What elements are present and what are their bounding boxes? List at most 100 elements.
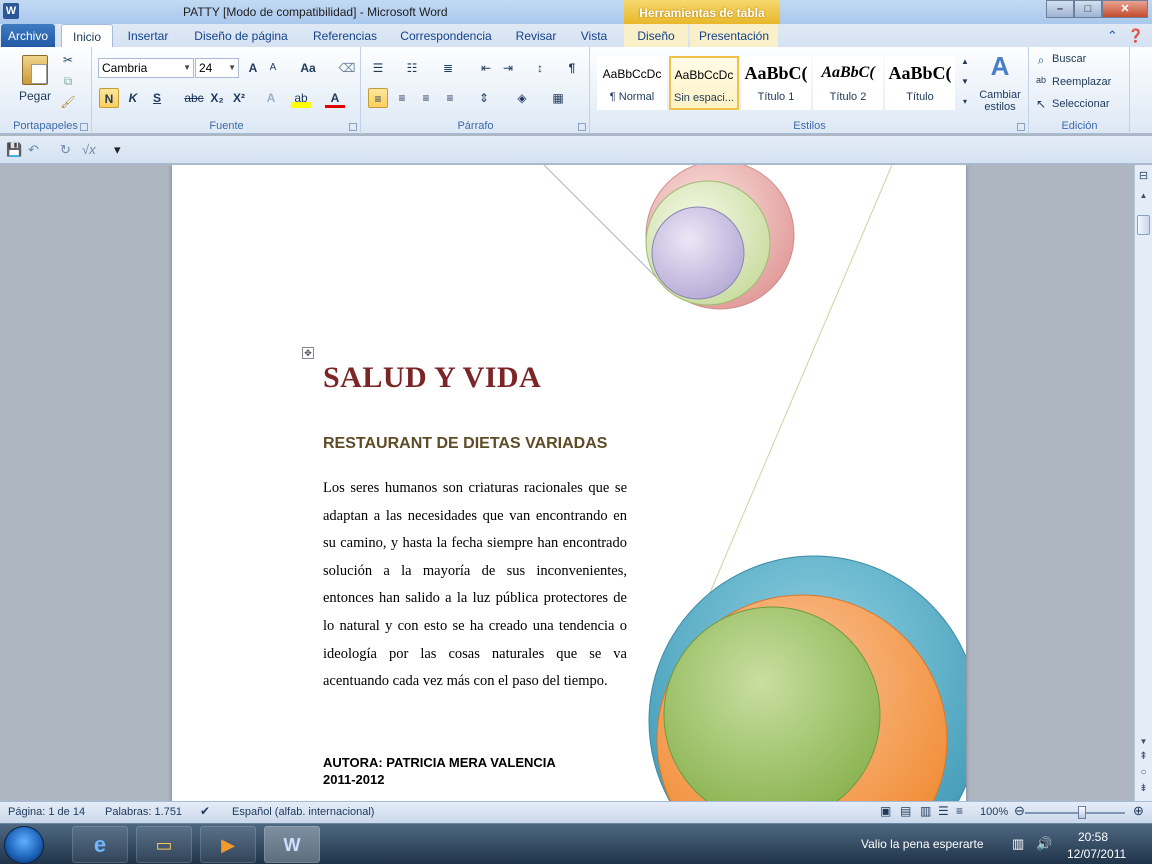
clear-format-icon[interactable]: ⌫ [337, 58, 357, 78]
styles-more-icon[interactable]: ▾ [959, 97, 971, 106]
subscript-button[interactable]: X₂ [207, 88, 227, 108]
paste-icon[interactable] [22, 55, 48, 85]
find-button[interactable]: Buscar [1052, 53, 1086, 65]
style-title[interactable]: AaBbC( Título [885, 56, 955, 110]
italic-button[interactable]: K [123, 88, 143, 108]
text-effects-icon[interactable]: A [261, 88, 281, 108]
next-page-icon[interactable]: ⇟ [1136, 783, 1151, 794]
print-layout-icon[interactable]: ▣ [880, 804, 891, 818]
select-button[interactable]: Seleccionar [1052, 98, 1109, 110]
start-button[interactable] [4, 826, 44, 864]
styles-dialog-launcher[interactable] [1017, 123, 1025, 131]
font-name-combo[interactable]: Cambria ▼ [98, 58, 194, 78]
minimize-ribbon-icon[interactable]: ⌃ [1107, 28, 1118, 44]
paragraph-dialog-launcher[interactable] [578, 123, 586, 131]
multilevel-list-icon[interactable]: ≣ [438, 58, 458, 78]
tab-references[interactable]: Referencias [306, 24, 384, 48]
tab-mailings[interactable]: Correspondencia [392, 24, 500, 48]
media-player-icon[interactable]: ▶ [200, 826, 256, 863]
save-icon[interactable]: 💾 [6, 142, 22, 158]
vertical-scrollbar[interactable]: ⊟ ▲ ▼ ⇞ ○ ⇟ [1134, 165, 1152, 801]
change-case-button[interactable]: Aa [295, 58, 321, 78]
numbering-icon[interactable]: ☷ [402, 58, 422, 78]
change-styles-icon[interactable]: A [975, 51, 1025, 82]
clipboard-dialog-launcher[interactable] [80, 123, 88, 131]
zoom-level[interactable]: 100% [980, 806, 1008, 818]
change-styles-button[interactable]: Cambiar estilos [975, 89, 1025, 113]
word-taskbar-icon[interactable]: W [264, 826, 320, 863]
tray-now-playing[interactable]: Valio la pena esperarte [861, 837, 984, 851]
volume-icon[interactable]: 🔊 [1036, 836, 1052, 852]
tab-table-design[interactable]: Diseño [624, 24, 688, 48]
shrink-font-button[interactable]: A [263, 58, 283, 78]
sort-icon[interactable]: ↕ [530, 58, 550, 78]
network-icon[interactable]: ▥ [1012, 836, 1024, 852]
format-painter-icon[interactable]: 🖌 [60, 95, 76, 109]
style-normal[interactable]: AaBbCcDc ¶ Normal [597, 56, 667, 110]
borders-icon[interactable]: ▦ [548, 88, 568, 108]
maximize-button[interactable]: □ [1074, 0, 1102, 18]
style-heading-2[interactable]: AaBbC( Título 2 [813, 56, 883, 110]
paste-button[interactable]: Pegar [14, 89, 56, 103]
clock-time[interactable]: 20:58 [1078, 830, 1108, 844]
document-subtitle[interactable]: RESTAURANT DE DIETAS VARIADAS [323, 435, 607, 453]
line-spacing-icon[interactable]: ⇕ [474, 88, 494, 108]
internet-explorer-icon[interactable]: e [72, 826, 128, 863]
decrease-indent-icon[interactable]: ⇤ [476, 58, 496, 78]
replace-icon[interactable]: ab [1034, 75, 1048, 85]
bold-button[interactable]: N [99, 88, 119, 108]
increase-indent-icon[interactable]: ⇥ [498, 58, 518, 78]
underline-button[interactable]: S [147, 88, 167, 108]
document-year[interactable]: 2011-2012 [323, 772, 384, 787]
strikethrough-button[interactable]: abc [181, 88, 207, 108]
language-indicator[interactable]: Español (alfab. internacional) [232, 806, 374, 818]
font-color-icon[interactable]: A [325, 88, 345, 108]
document-author[interactable]: AUTORA: PATRICIA MERA VALENCIA [323, 755, 556, 770]
cut-icon[interactable]: ✂ [60, 53, 76, 67]
copy-icon[interactable]: ⧉ [60, 74, 76, 89]
tab-home[interactable]: Inicio [61, 24, 113, 48]
file-explorer-icon[interactable]: ▭ [136, 826, 192, 863]
word-count[interactable]: Palabras: 1.751 [105, 806, 182, 818]
zoom-out-icon[interactable]: ⊖ [1014, 803, 1025, 819]
scroll-down-icon[interactable]: ▼ [1136, 737, 1151, 746]
binoculars-icon[interactable]: ⌕ [1034, 53, 1048, 68]
tab-insert[interactable]: Insertar [118, 24, 178, 48]
align-left-icon[interactable]: ≡ [368, 88, 388, 108]
scroll-thumb[interactable] [1137, 215, 1150, 235]
previous-page-icon[interactable]: ⇞ [1136, 751, 1151, 762]
superscript-button[interactable]: X² [229, 88, 249, 108]
styles-scroll-up-icon[interactable]: ▲ [959, 57, 971, 66]
tab-review[interactable]: Revisar [508, 24, 564, 48]
show-marks-icon[interactable]: ¶ [562, 58, 582, 78]
outline-icon[interactable]: ☰ [938, 804, 949, 818]
style-no-spacing[interactable]: AaBbCcDc Sin espaci... [669, 56, 739, 110]
undo-icon[interactable]: ↶ [28, 142, 39, 158]
style-heading-1[interactable]: AaBbC( Título 1 [741, 56, 811, 110]
align-center-icon[interactable]: ≡ [392, 88, 412, 108]
justify-icon[interactable]: ≡ [440, 88, 460, 108]
ruler-toggle-icon[interactable]: ⊟ [1136, 169, 1151, 182]
minimize-button[interactable]: – [1046, 0, 1074, 18]
zoom-slider-thumb[interactable] [1078, 806, 1086, 819]
proofing-icon[interactable]: ✔ [200, 804, 210, 818]
shading-icon[interactable]: ◈ [512, 88, 532, 108]
document-title[interactable]: SALUD Y VIDA [323, 361, 541, 395]
replace-button[interactable]: Reemplazar [1052, 76, 1111, 88]
highlight-color-icon[interactable]: ab [291, 88, 311, 108]
scroll-up-icon[interactable]: ▲ [1136, 191, 1151, 200]
tab-view[interactable]: Vista [572, 24, 616, 48]
styles-scroll-down-icon[interactable]: ▼ [959, 77, 971, 86]
help-icon[interactable]: ❓ [1128, 28, 1144, 44]
redo-icon[interactable]: ↻ [60, 142, 71, 158]
page-count[interactable]: Página: 1 de 14 [8, 806, 85, 818]
equation-icon[interactable]: √x [82, 142, 96, 157]
document-page[interactable]: ✥ SALUD Y VIDA RESTAURANT DE DIETAS VARI… [172, 165, 966, 801]
draft-icon[interactable]: ≡ [956, 804, 963, 818]
browse-object-icon[interactable]: ○ [1136, 767, 1151, 778]
customize-qat-icon[interactable]: ▾ [114, 142, 121, 158]
tab-file[interactable]: Archivo [1, 24, 55, 48]
font-size-combo[interactable]: 24 ▼ [195, 58, 239, 78]
align-right-icon[interactable]: ≡ [416, 88, 436, 108]
bullets-icon[interactable]: ☰ [368, 58, 388, 78]
